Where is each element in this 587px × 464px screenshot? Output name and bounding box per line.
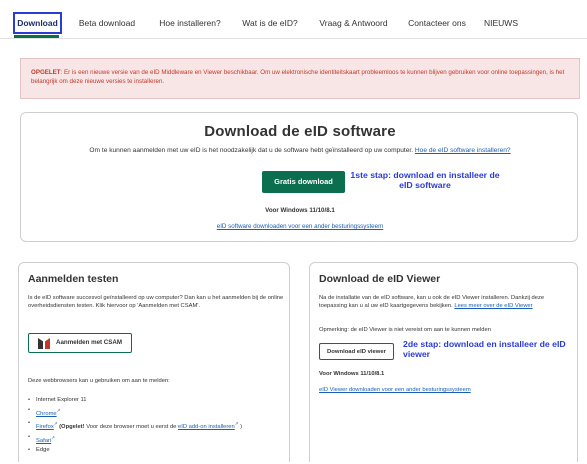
firefox-warning: (Opgelet!	[59, 424, 85, 431]
firefox-link[interactable]: Firefox	[36, 424, 54, 430]
page-title: Download de eID software	[204, 123, 396, 140]
login-test-card: Aanmelden testen Is de eID software succ…	[18, 262, 290, 462]
firefox-note-text: Voor deze browser moet u eerst de	[84, 424, 179, 431]
download-intro-text: Om te kunnen aanmelden met uw eID is het…	[89, 147, 414, 154]
other-os-viewer-link-row: eID Viewer downloaden voor een ander bes…	[319, 387, 471, 393]
viewer-text: Na de installatie van de eID software, k…	[319, 294, 571, 311]
firefox-note-close: )	[238, 424, 243, 431]
safari-link[interactable]: Safari	[36, 438, 51, 444]
tab-contacteer-ons[interactable]: Contacteer ons	[405, 14, 469, 32]
list-item-ie: Internet Explorer 11	[28, 396, 242, 406]
windows-version-note: Voor Windows 11/10/8.1	[265, 207, 335, 214]
csam-login-button[interactable]: Aanmelden met CSAM	[28, 333, 132, 353]
external-link-icon: ↗	[51, 434, 55, 440]
viewer-title: Download de eID Viewer	[319, 273, 441, 285]
tab-hoe-installeren[interactable]: Hoe installeren?	[155, 14, 225, 32]
eid-viewer-card: Download de eID Viewer Na de installatie…	[309, 262, 578, 462]
list-item-edge: Edge	[28, 446, 242, 456]
viewer-windows-note: Voor Windows 11/10/8.1	[319, 371, 385, 377]
external-link-icon: ↗	[53, 421, 58, 427]
tab-wat-is-de-eid[interactable]: Wat is de eID?	[240, 14, 300, 32]
viewer-remark: Opmerking: de eID Viewer is niet vereist…	[319, 327, 491, 333]
external-link-icon: ↗	[56, 407, 61, 413]
free-download-button[interactable]: Gratis download	[262, 171, 345, 193]
list-item-safari: Safari↗	[28, 433, 242, 447]
csam-logo-icon	[38, 338, 50, 349]
download-viewer-button[interactable]: Download eID viewer	[319, 343, 394, 360]
tab-divider	[0, 38, 587, 39]
eid-addon-link[interactable]: eID add-on installeren	[178, 424, 235, 430]
step-2-annotation: 2de stap: download en installeer de eID …	[403, 339, 566, 359]
tab-download[interactable]: Download	[13, 12, 62, 34]
other-os-software-link-row: eID software downloaden voor een ander b…	[21, 223, 579, 230]
tab-nieuws[interactable]: NIEUWS	[482, 14, 520, 32]
browser-list: Internet Explorer 11 Chrome↗ Firefox↗ (O…	[28, 396, 242, 456]
viewer-more-link[interactable]: Lees meer over de eID Viewer	[454, 303, 532, 309]
download-software-card: Download de eID software Om te kunnen aa…	[20, 112, 578, 242]
login-test-text: Is de eID software succesvol geïnstallee…	[28, 295, 284, 310]
other-os-software-link[interactable]: eID software downloaden voor een ander b…	[217, 223, 383, 230]
download-intro: Om te kunnen aanmelden met uw eID is het…	[21, 147, 579, 154]
other-os-viewer-link[interactable]: eID Viewer downloaden voor een ander bes…	[319, 387, 471, 393]
alert-prefix: OPGELET	[31, 69, 61, 76]
tab-bar: Download Beta download Hoe installeren? …	[0, 0, 587, 39]
csam-login-label: Aanmelden met CSAM	[56, 339, 123, 346]
tab-vraag-antwoord[interactable]: Vraag & Antwoord	[315, 14, 392, 32]
browsers-intro: Deze webbrowsers kan u gebruiken om aan …	[28, 378, 170, 384]
list-item-firefox: Firefox↗ (Opgelet! Voor deze browser moe…	[28, 419, 242, 433]
list-item-chrome: Chrome↗	[28, 406, 242, 420]
alert-text: : Er is een nieuwe versie van de eID Mid…	[31, 69, 565, 85]
step-1-annotation: 1ste stap: download en installeer de eID…	[350, 170, 500, 190]
update-alert: OPGELET: Er is een nieuwe versie van de …	[20, 58, 580, 99]
chrome-link[interactable]: Chrome	[36, 411, 57, 417]
login-test-title: Aanmelden testen	[28, 273, 119, 285]
how-to-install-link[interactable]: Hoe de eID software installeren?	[415, 147, 511, 154]
tab-beta-download[interactable]: Beta download	[76, 14, 138, 32]
